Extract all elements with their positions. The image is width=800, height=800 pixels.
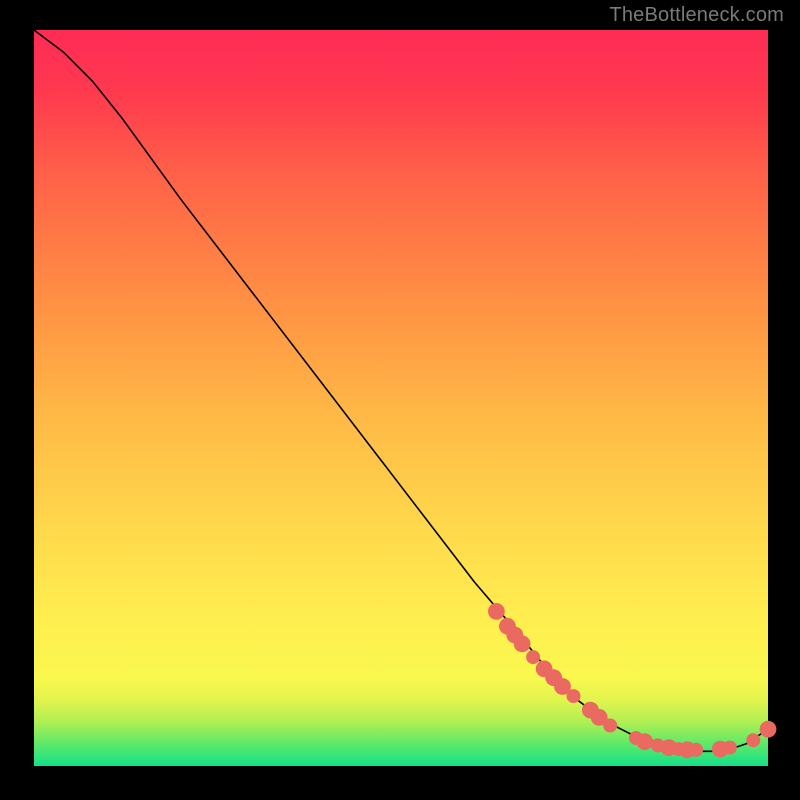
marker-point [488, 603, 505, 620]
bottleneck-curve [34, 30, 768, 751]
attribution-text: TheBottleneck.com [609, 4, 784, 27]
marker-point [636, 733, 653, 750]
marker-point [526, 650, 540, 664]
marker-point [603, 719, 617, 733]
marker-point [514, 635, 531, 652]
marker-point [723, 741, 737, 755]
chart-frame: TheBottleneck.com [0, 0, 800, 800]
plot-overlay [34, 30, 768, 766]
marker-point [746, 733, 760, 747]
marker-point [760, 721, 777, 738]
marker-point [567, 689, 581, 703]
marker-point [689, 743, 703, 757]
highlighted-range-markers [488, 603, 776, 758]
